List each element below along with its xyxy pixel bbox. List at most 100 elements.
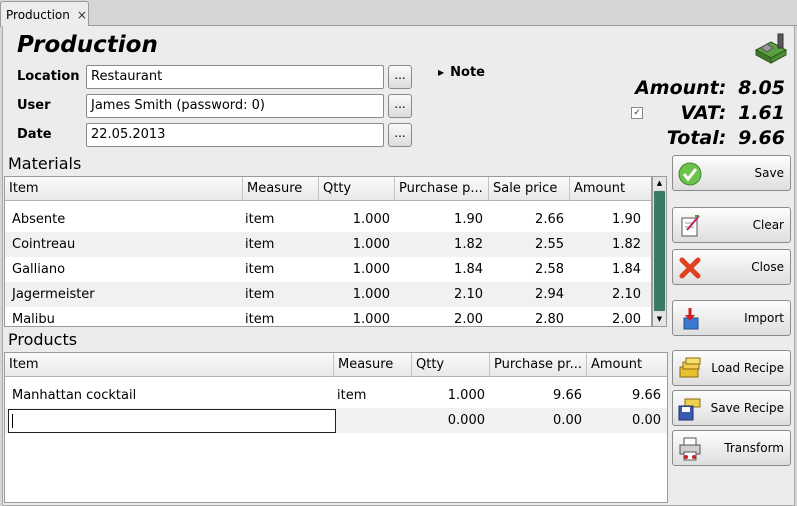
- clear-label: Clear: [752, 218, 784, 232]
- date-browse-button[interactable]: ...: [388, 123, 412, 147]
- user-browse-button[interactable]: ...: [388, 94, 412, 118]
- table-row[interactable]: Jagermeister item 1.000 2.10 2.94 2.10: [5, 282, 651, 307]
- cell-sale-price: 2.80: [535, 312, 564, 327]
- cell-qtty: 1.000: [352, 262, 390, 277]
- cell-purchase-price: 1.82: [454, 237, 483, 252]
- scrollbar-thumb[interactable]: [654, 191, 665, 311]
- cell-purchase-price: 1.90: [454, 212, 483, 227]
- vat-total: VAT: 1.61: [681, 102, 785, 124]
- save-label: Save: [754, 166, 784, 180]
- col-purchase-price[interactable]: Purchase p...: [395, 177, 489, 201]
- products-table: Item Measure Qtty Purchase pr... Amount …: [4, 352, 668, 503]
- expand-triangle-icon: ▶: [438, 68, 445, 77]
- cell-sale-price: 2.55: [535, 237, 564, 252]
- cell-measure: item: [337, 388, 367, 403]
- col-measure[interactable]: Measure: [243, 177, 319, 201]
- grand-total: Total: 9.66: [667, 127, 785, 149]
- table-row[interactable]: Galliano item 1.000 1.84 2.58 1.84: [5, 257, 651, 282]
- save-recipe-disk-icon: [678, 398, 701, 421]
- cell-item: Absente: [12, 212, 66, 227]
- cell-purchase-price: 0.00: [553, 413, 582, 428]
- user-field[interactable]: James Smith (password: 0): [86, 94, 384, 118]
- cell-qtty: 1.000: [352, 237, 390, 252]
- scroll-up-arrow-icon[interactable]: ▲: [653, 177, 666, 190]
- products-header: Item Measure Qtty Purchase pr... Amount: [5, 353, 667, 377]
- cell-amount: 1.90: [612, 212, 641, 227]
- table-row[interactable]: Absente item 1.000 1.90 2.66 1.90: [5, 207, 651, 232]
- materials-table: Item Measure Qtty Purchase p... Sale pri…: [4, 176, 652, 327]
- cell-qtty: 1.000: [447, 388, 485, 403]
- close-button[interactable]: Close: [672, 249, 791, 285]
- save-button[interactable]: Save: [672, 155, 791, 191]
- col-item[interactable]: Item: [5, 353, 334, 377]
- cell-amount: 2.10: [612, 287, 641, 302]
- location-label: Location: [17, 69, 80, 84]
- save-recipe-button[interactable]: Save Recipe: [672, 390, 791, 426]
- save-recipe-label: Save Recipe: [710, 401, 784, 415]
- cell-measure: item: [245, 237, 275, 252]
- transform-button[interactable]: Transform: [672, 430, 791, 466]
- location-browse-button[interactable]: ...: [388, 65, 412, 89]
- cell-item: Malibu: [12, 312, 55, 327]
- clear-button[interactable]: Clear: [672, 207, 791, 243]
- transform-label: Transform: [724, 441, 784, 455]
- amount-total: Amount: 8.05: [635, 77, 785, 99]
- cell-purchase-price: 1.84: [454, 262, 483, 277]
- tab-production[interactable]: Production ×: [0, 1, 89, 27]
- cell-measure: item: [245, 262, 275, 277]
- materials-title: Materials: [8, 154, 82, 173]
- date-field[interactable]: 22.05.2013: [86, 123, 384, 147]
- tab-label: Production: [6, 7, 70, 22]
- close-label: Close: [751, 260, 784, 274]
- col-qtty[interactable]: Qtty: [412, 353, 490, 377]
- col-purchase-price[interactable]: Purchase pr...: [490, 353, 587, 377]
- location-field[interactable]: Restaurant: [86, 65, 384, 89]
- table-row[interactable]: Cointreau item 1.000 1.82 2.55 1.82: [5, 232, 651, 257]
- cell-measure: item: [245, 287, 275, 302]
- cell-sale-price: 2.58: [535, 262, 564, 277]
- table-row[interactable]: Manhattan cocktail item 1.000 9.66 9.66: [5, 383, 667, 408]
- cell-item: Galliano: [12, 262, 66, 277]
- cell-measure: item: [245, 312, 275, 327]
- factory-icon: [754, 33, 788, 64]
- col-qtty[interactable]: Qtty: [319, 177, 395, 201]
- table-row[interactable]: Malibu item 1.000 2.00 2.80 2.00: [5, 307, 651, 327]
- scroll-down-arrow-icon[interactable]: ▼: [653, 313, 666, 326]
- cell-measure: item: [245, 212, 275, 227]
- col-sale-price[interactable]: Sale price: [489, 177, 570, 201]
- cell-item: Cointreau: [12, 237, 76, 252]
- import-box-icon: [683, 308, 699, 330]
- total-label: Total:: [666, 127, 727, 149]
- col-measure[interactable]: Measure: [334, 353, 412, 377]
- close-tab-icon[interactable]: ×: [77, 8, 87, 22]
- load-recipe-button[interactable]: Load Recipe: [672, 350, 791, 386]
- text-caret: [12, 414, 13, 428]
- cell-amount: 1.82: [612, 237, 641, 252]
- cell-amount: 2.00: [612, 312, 641, 327]
- new-product-item-input[interactable]: [8, 409, 336, 433]
- tab-bar: Production ×: [0, 0, 797, 27]
- vat-checkbox[interactable]: ✓: [631, 107, 643, 119]
- clear-document-icon: [681, 215, 700, 237]
- transform-printer-icon: [679, 437, 701, 461]
- cell-qtty: 1.000: [352, 212, 390, 227]
- cell-purchase-price: 2.00: [454, 312, 483, 327]
- materials-scrollbar[interactable]: ▲ ▼: [652, 176, 667, 327]
- date-label: Date: [17, 127, 52, 142]
- col-item[interactable]: Item: [5, 177, 243, 201]
- col-amount[interactable]: Amount: [587, 353, 667, 377]
- amount-value: 8.05: [738, 77, 785, 99]
- cell-qtty: 0.000: [447, 413, 485, 428]
- cell-qtty: 1.000: [352, 312, 390, 327]
- cell-item: Manhattan cocktail: [12, 388, 137, 403]
- materials-header: Item Measure Qtty Purchase p... Sale pri…: [5, 177, 651, 201]
- import-button[interactable]: Import: [672, 300, 791, 336]
- col-amount[interactable]: Amount: [570, 177, 651, 201]
- vat-value: 1.61: [738, 102, 785, 124]
- note-expander[interactable]: ▶ Note: [438, 65, 485, 80]
- page-title: Production: [17, 32, 158, 58]
- table-row[interactable]: 0.000 0.00 0.00: [5, 408, 667, 433]
- products-title: Products: [8, 330, 78, 349]
- checkmark-icon: [678, 162, 702, 186]
- cell-item: Jagermeister: [12, 287, 95, 302]
